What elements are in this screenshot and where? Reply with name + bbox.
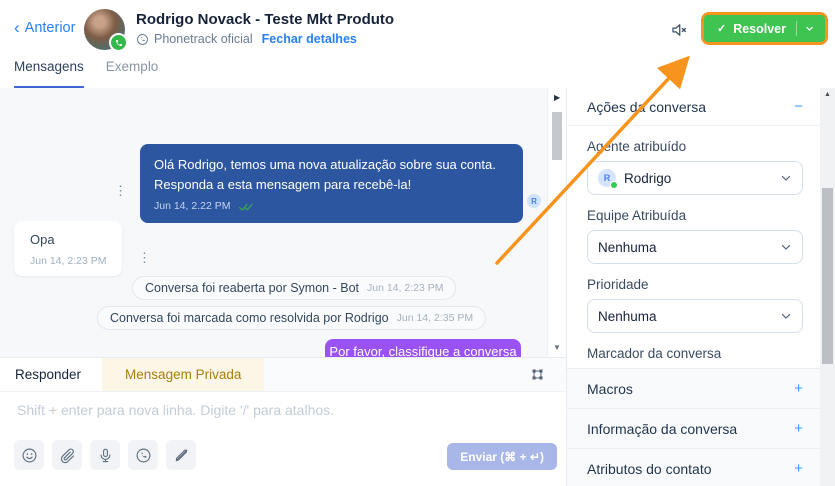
- chevron-down-icon[interactable]: [804, 23, 815, 34]
- attachment-button[interactable]: [52, 440, 82, 470]
- tab-mensagens[interactable]: Mensagens: [14, 59, 84, 88]
- system-message: Conversa foi marcada como resolvida por …: [97, 306, 487, 330]
- expand-editor-icon[interactable]: [530, 367, 545, 382]
- team-label: Equipe Atribuída: [587, 208, 687, 223]
- system-message-text: Conversa foi reaberta por Symon - Bot: [145, 281, 359, 295]
- contact-message-text: Opa: [30, 232, 55, 247]
- conversation-tabs: Mensagens Exemplo: [0, 59, 158, 88]
- agent-message-bubble: Olá Rodrigo, temos uma nova atualização …: [140, 144, 523, 223]
- chat-scrollbar[interactable]: ▶ ▼: [547, 88, 566, 357]
- expand-icon[interactable]: +: [794, 380, 803, 397]
- sidebar-collapsed-sections: Macros + Informação da conversa + Atribu…: [567, 368, 821, 486]
- chatwoot-conversation-window: ‹ Anterior Rodrigo Novack - Teste Mkt Pr…: [0, 0, 835, 486]
- section-label: Atributos do contato: [587, 460, 712, 477]
- conversation-actions-body: Agente atribuído R Rodrigo Equipe Atribu…: [567, 139, 821, 389]
- reply-composer: Responder Mensagem Privada En: [0, 357, 566, 486]
- chevron-down-icon: [779, 171, 793, 185]
- button-divider: [796, 21, 797, 36]
- resolve-label: Resolver: [733, 21, 786, 36]
- back-button[interactable]: ‹ Anterior: [14, 18, 76, 37]
- section-macros[interactable]: Macros +: [567, 369, 821, 409]
- microphone-button[interactable]: [90, 440, 120, 470]
- conversation-header: ‹ Anterior Rodrigo Novack - Teste Mkt Pr…: [0, 0, 835, 60]
- tab-responder[interactable]: Responder: [0, 358, 103, 391]
- mute-icon[interactable]: [670, 21, 688, 39]
- chat-scrollbar-thumb[interactable]: [552, 112, 562, 160]
- conversation-sidebar: Ações da conversa − Agente atribuído R R…: [566, 88, 821, 486]
- back-label: Anterior: [24, 20, 76, 36]
- contact-message-time: Jun 14, 2:23 PM: [30, 255, 107, 267]
- contact-avatar[interactable]: [84, 9, 128, 52]
- collapse-icon[interactable]: −: [794, 98, 803, 115]
- message-menu-icon[interactable]: ⋮: [138, 250, 151, 266]
- system-message: Conversa foi reaberta por Symon - Bot Ju…: [132, 276, 457, 300]
- agent-message-time: Jun 14, 2.22 PM: [154, 200, 231, 212]
- send-button[interactable]: Enviar (⌘ + ↵): [447, 443, 557, 470]
- chevron-down-icon: [779, 240, 793, 254]
- agent-message-text: Olá Rodrigo, temos uma nova atualização …: [154, 157, 496, 192]
- tab-mensagem-privada[interactable]: Mensagem Privada: [102, 358, 265, 391]
- tab-exemplo[interactable]: Exemplo: [106, 59, 159, 88]
- message-menu-icon[interactable]: ⋮: [114, 183, 127, 199]
- double-check-icon: [239, 202, 255, 212]
- emoji-button[interactable]: [14, 440, 44, 470]
- check-icon: ✓: [716, 23, 727, 35]
- agent-label: Agente atribuído: [587, 139, 687, 154]
- close-details-link[interactable]: Fechar detalhes: [262, 32, 357, 46]
- section-title: Ações da conversa: [587, 98, 707, 115]
- expand-icon[interactable]: +: [794, 420, 803, 437]
- whatsapp-badge-icon: [109, 33, 128, 52]
- agent-initial: R: [603, 173, 611, 183]
- agent-select[interactable]: R Rodrigo: [587, 161, 803, 195]
- priority-label: Prioridade: [587, 277, 649, 292]
- agent-select-value: Rodrigo: [624, 170, 672, 186]
- section-label: Macros: [587, 380, 633, 397]
- section-informacao-da-conversa[interactable]: Informação da conversa +: [567, 409, 821, 449]
- online-status-dot: [610, 181, 618, 189]
- conversation-title: Rodrigo Novack - Teste Mkt Produto: [136, 11, 395, 28]
- collapse-panel-icon[interactable]: ▶: [554, 93, 560, 102]
- contact-message-bubble: Opa Jun 14, 2:23 PM: [14, 221, 123, 276]
- section-label: Informação da conversa: [587, 420, 738, 437]
- section-atributos-do-contato[interactable]: Atributos do contato +: [567, 449, 821, 486]
- agent-avatar: R: [598, 169, 618, 189]
- signature-button[interactable]: [166, 440, 196, 470]
- scroll-up-icon[interactable]: ▲: [824, 91, 831, 98]
- resolve-button-highlight: ✓ Resolver: [700, 12, 828, 45]
- scroll-down-icon[interactable]: ▼: [553, 343, 561, 352]
- priority-select[interactable]: Nenhuma: [587, 299, 803, 333]
- team-select[interactable]: Nenhuma: [587, 230, 803, 264]
- back-chevron-icon: ‹: [14, 18, 20, 37]
- message-list: ⋮ Olá Rodrigo, temos uma nova atualizaçã…: [0, 88, 566, 357]
- composer-actions: [14, 440, 196, 470]
- sidebar-scrollbar[interactable]: ▲: [820, 88, 835, 486]
- sidebar-scrollbar-thumb[interactable]: [822, 188, 833, 364]
- bot-message-bubble: Por favor, classifique a conversa: [325, 339, 521, 357]
- conversation-actions-section[interactable]: Ações da conversa −: [567, 88, 821, 126]
- contact-title-block: Rodrigo Novack - Teste Mkt Produto Phone…: [136, 11, 394, 46]
- agent-mini-avatar: R: [527, 194, 541, 208]
- system-message-text: Conversa foi marcada como resolvida por …: [110, 311, 389, 325]
- team-select-value: Nenhuma: [598, 239, 657, 255]
- whatsapp-templates-button[interactable]: [128, 440, 158, 470]
- system-message-time: Jun 14, 2:23 PM: [367, 282, 444, 294]
- expand-icon[interactable]: +: [794, 460, 803, 477]
- reply-input[interactable]: [15, 400, 539, 436]
- priority-select-value: Nenhuma: [598, 308, 657, 324]
- labels-label: Marcador da conversa: [587, 346, 722, 361]
- composer-tabs: Responder Mensagem Privada: [0, 358, 566, 392]
- system-message-time: Jun 14, 2:35 PM: [396, 312, 474, 324]
- channel-name: Phonetrack oficial: [154, 32, 253, 46]
- resolve-button[interactable]: ✓ Resolver: [703, 15, 825, 42]
- chevron-down-icon: [779, 309, 793, 323]
- whatsapp-channel-icon: [136, 33, 149, 46]
